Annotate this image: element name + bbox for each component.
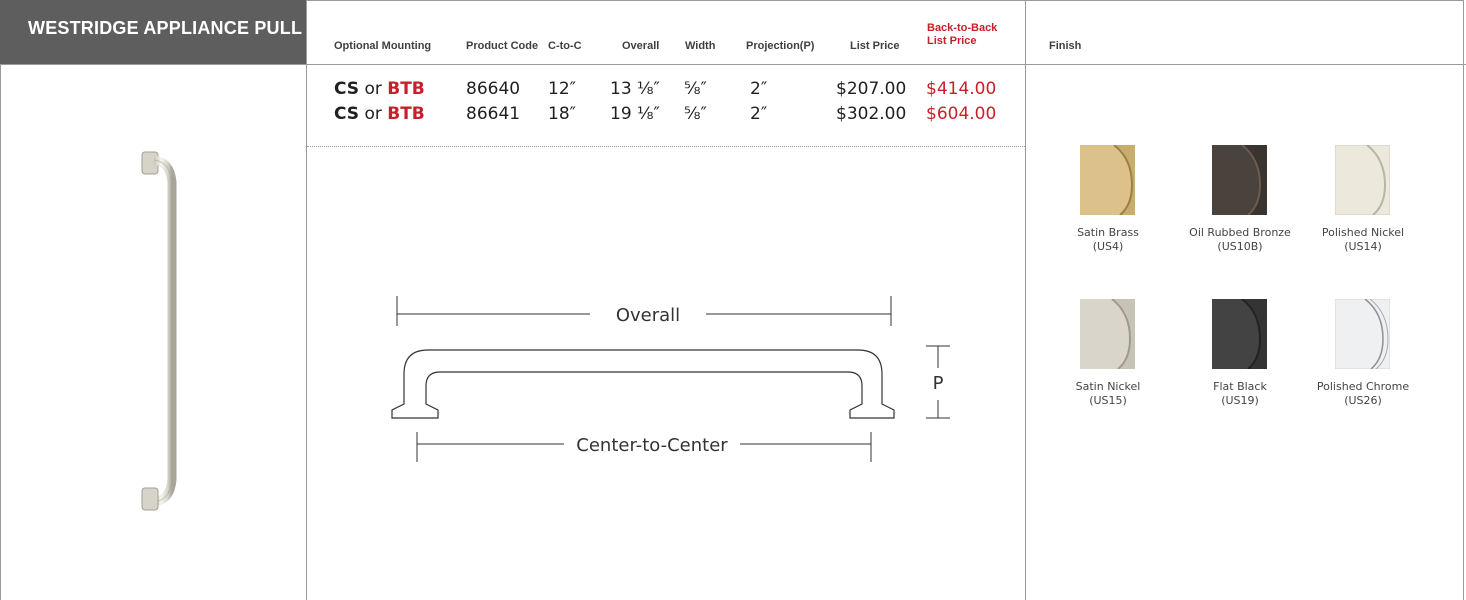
swatch-satin-brass-image	[1080, 144, 1135, 216]
swatch-polished-nickel	[1334, 144, 1391, 216]
header-btb-price-line1: Back-to-Back	[927, 22, 998, 34]
header-list-price: List Price	[850, 40, 900, 52]
finish-name: Satin Nickel	[1075, 380, 1141, 393]
finish-code: (US14)	[1344, 240, 1382, 253]
projection-cell: 2″	[750, 104, 768, 124]
finish-name: Polished Chrome	[1316, 380, 1410, 393]
overall-cell: 19 ⅛″	[610, 104, 660, 124]
width-cell: ⅝″	[684, 104, 707, 124]
finish-code: (US15)	[1089, 394, 1127, 407]
finish-label: Polished Nickel (US14)	[1293, 226, 1433, 254]
header-finish: Finish	[1049, 40, 1082, 52]
header-btb-price: Back-to-Back List Price	[927, 22, 997, 48]
btb-label: BTB	[387, 104, 425, 124]
width-cell: ⅝″	[684, 79, 707, 99]
swatch-flat-black-image	[1212, 298, 1267, 370]
title-bar: WESTRIDGE APPLIANCE PULL	[0, 0, 306, 64]
overall-cell: 13 ⅛″	[610, 79, 660, 99]
divider-right	[1025, 0, 1026, 600]
header-c-to-c: C-to-C	[548, 40, 582, 52]
finish-label: Satin Nickel (US15)	[1038, 380, 1178, 408]
finish-code: (US4)	[1092, 240, 1124, 253]
or-label: or	[364, 104, 382, 124]
swatch-oil-rubbed-bronze-image	[1212, 144, 1267, 216]
projection-cell: 2″	[750, 79, 768, 99]
swatch-satin-nickel-image	[1080, 298, 1135, 370]
swatch-satin-nickel	[1080, 298, 1135, 370]
divider-left	[306, 0, 307, 600]
swatch-flat-black	[1212, 298, 1267, 370]
header-divider	[0, 64, 1466, 65]
or-label: or	[364, 79, 382, 99]
swatch-polished-nickel-image	[1334, 144, 1391, 216]
header-overall: Overall	[622, 40, 660, 52]
header-btb-price-line2: List Price	[927, 35, 977, 47]
mounting-cell: CS or BTB	[334, 79, 425, 99]
cs-label: CS	[334, 79, 360, 99]
finish-label: Satin Brass (US4)	[1038, 226, 1178, 254]
header-product-code: Product Code	[466, 40, 539, 52]
finish-name: Polished Nickel	[1321, 226, 1405, 239]
swatch-oil-rubbed-bronze	[1212, 144, 1267, 216]
btb-label: BTB	[387, 79, 425, 99]
overall-label: Overall	[616, 305, 680, 326]
list-price-cell: $302.00	[836, 104, 907, 124]
btb-price-cell: $414.00	[926, 79, 997, 99]
finish-code: (US10B)	[1217, 240, 1263, 253]
header-projection: Projection(P)	[746, 40, 815, 52]
btb-price-cell: $604.00	[926, 104, 997, 124]
list-price-cell: $207.00	[836, 79, 907, 99]
product-code-cell: 86641	[466, 104, 521, 124]
swatch-satin-brass	[1080, 144, 1135, 216]
cs-label: CS	[334, 104, 360, 124]
header-width: Width	[685, 40, 716, 52]
mounting-cell: CS or BTB	[334, 104, 425, 124]
finish-name: Flat Black	[1213, 380, 1267, 393]
finish-name: Satin Brass	[1077, 226, 1139, 239]
finish-code: (US26)	[1344, 394, 1382, 407]
swatch-polished-chrome	[1334, 298, 1391, 370]
row-separator	[307, 146, 1025, 147]
finish-label: Polished Chrome (US26)	[1293, 380, 1433, 408]
finish-label: Oil Rubbed Bronze (US10B)	[1170, 226, 1310, 254]
finish-label: Flat Black (US19)	[1170, 380, 1310, 408]
finish-code: (US19)	[1221, 394, 1259, 407]
c-to-c-cell: 12″	[548, 79, 576, 99]
c-to-c-cell: 18″	[548, 104, 576, 124]
swatch-polished-chrome-image	[1334, 298, 1391, 370]
projection-label: P	[933, 373, 944, 394]
header-optional-mounting: Optional Mounting	[334, 40, 432, 52]
finish-name: Oil Rubbed Bronze	[1189, 226, 1291, 239]
dimension-diagram: Overall P Center-to-Center	[391, 296, 950, 462]
product-title: WESTRIDGE APPLIANCE PULL	[28, 18, 303, 38]
pull-outline	[391, 349, 895, 419]
product-code-cell: 86640	[466, 79, 521, 99]
center-to-center-label: Center-to-Center	[576, 435, 728, 456]
product-photo	[141, 151, 177, 511]
